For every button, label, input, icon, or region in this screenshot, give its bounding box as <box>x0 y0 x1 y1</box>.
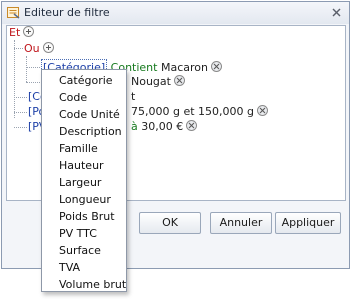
add-condition-icon[interactable] <box>42 42 54 53</box>
menu-item[interactable]: Code Unité <box>42 106 126 123</box>
menu-item[interactable]: Description <box>42 123 126 140</box>
menu-item[interactable]: Largeur <box>42 174 126 191</box>
value[interactable]: 75,000 g et 150,000 g <box>131 104 254 120</box>
cancel-button[interactable]: Annuler <box>210 212 272 234</box>
group-row-or: Ou <box>24 41 54 57</box>
apply-button[interactable]: Appliquer <box>275 212 341 234</box>
menu-item[interactable]: Poids Brut <box>42 208 126 225</box>
remove-condition-icon[interactable] <box>210 61 222 72</box>
menu-item[interactable]: Hauteur <box>42 157 126 174</box>
group-operator-root[interactable]: Et <box>9 25 20 41</box>
menu-item[interactable]: Surface <box>42 242 126 259</box>
group-row-root: Et <box>9 25 35 41</box>
remove-condition-icon[interactable] <box>257 105 269 116</box>
menu-item[interactable]: Volume brut <box>42 276 126 293</box>
close-icon[interactable] <box>330 6 343 19</box>
menu-item[interactable]: TVA <box>42 259 126 276</box>
menu-item[interactable]: Longueur <box>42 191 126 208</box>
menu-item[interactable]: PV TTC <box>42 225 126 242</box>
condition-row: Nougat <box>131 74 185 90</box>
condition-row-value: à 30,00 € <box>131 119 198 135</box>
ok-button[interactable]: OK <box>139 212 201 234</box>
remove-condition-icon[interactable] <box>186 120 198 131</box>
condition-row-value: t <box>131 89 135 105</box>
operator[interactable]: à <box>131 119 138 135</box>
value[interactable]: Nougat <box>131 74 171 90</box>
menu-item[interactable]: Code <box>42 89 126 106</box>
remove-condition-icon[interactable] <box>173 75 185 86</box>
group-operator-or[interactable]: Ou <box>24 41 40 57</box>
window-title: Editeur de filtre <box>24 6 110 19</box>
add-condition-icon[interactable] <box>23 26 35 37</box>
value[interactable]: 30,00 € <box>141 119 183 135</box>
condition-row-value: 75,000 g et 150,000 g <box>131 104 269 120</box>
filter-editor-icon <box>7 7 20 19</box>
title-bar: Editeur de filtre <box>2 2 349 24</box>
field-dropdown-menu: Catégorie Code Code Unité Description Fa… <box>41 69 127 292</box>
value[interactable]: t <box>131 89 135 105</box>
menu-item[interactable]: Famille <box>42 140 126 157</box>
menu-item[interactable]: Catégorie <box>42 72 126 89</box>
